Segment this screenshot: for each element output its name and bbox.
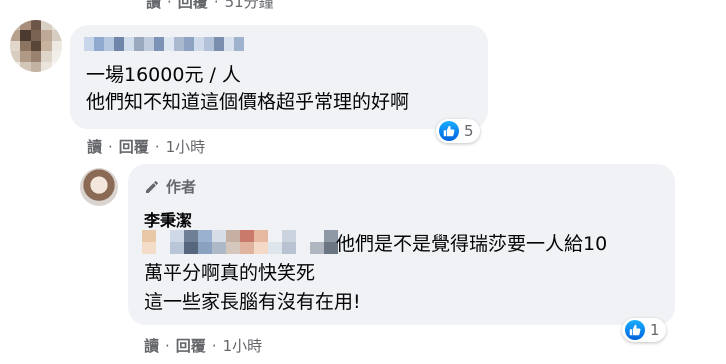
read-link[interactable]: 讀 [146, 0, 161, 11]
reaction-count: 1 [650, 321, 660, 339]
reply-text-line-2: 萬平分啊真的快笑死 [144, 262, 316, 284]
comment-actions: 讀 · 回覆 · 1小時 [87, 138, 206, 156]
comment-bubble: 一場16000元 / 人 他們知不知道這個價格超乎常理的好啊 [70, 25, 488, 129]
timestamp[interactable]: 1小時 [223, 337, 263, 355]
reaction-summary[interactable]: 5 [436, 119, 480, 143]
commenter-avatar[interactable] [10, 20, 62, 72]
reply-text-line-1: 他們是不是覺得瑞莎要一人給10 [336, 233, 608, 255]
author-avatar[interactable] [80, 168, 118, 206]
commenter-name-blurred[interactable] [84, 37, 244, 51]
previous-comment-actions: 讀 · 回覆 · 51分鐘 [146, 0, 274, 12]
reaction-summary[interactable]: 1 [622, 318, 666, 342]
reaction-count: 5 [464, 122, 474, 140]
reply-actions: 讀 · 回覆 · 1小時 [144, 337, 263, 355]
read-link[interactable]: 讀 [87, 138, 102, 156]
timestamp[interactable]: 1小時 [166, 138, 206, 156]
author-name[interactable]: 李秉潔 [144, 207, 192, 231]
pencil-icon [146, 180, 158, 193]
read-link[interactable]: 讀 [144, 337, 159, 355]
reply-link[interactable]: 回覆 [178, 0, 208, 11]
like-icon [439, 121, 459, 141]
author-badge: 作者 [144, 176, 196, 197]
reply-link[interactable]: 回覆 [176, 337, 206, 355]
comment-text-line-2: 他們知不知道這個價格超乎常理的好啊 [86, 91, 410, 113]
reply-text-line-3: 這一些家長腦有沒有在用! [144, 291, 361, 313]
like-icon [625, 320, 645, 340]
comment-text-line-1: 一場16000元 / 人 [86, 64, 241, 86]
reply-link[interactable]: 回覆 [119, 138, 149, 156]
reply-bubble: 作者 李秉潔 他們是不是覺得瑞莎要一人給10 萬平分啊真的快笑死 這一些家長腦有… [128, 164, 675, 325]
mentioned-user-blurred[interactable] [142, 230, 338, 254]
timestamp[interactable]: 51分鐘 [225, 0, 274, 11]
author-tag-label: 作者 [166, 178, 197, 196]
